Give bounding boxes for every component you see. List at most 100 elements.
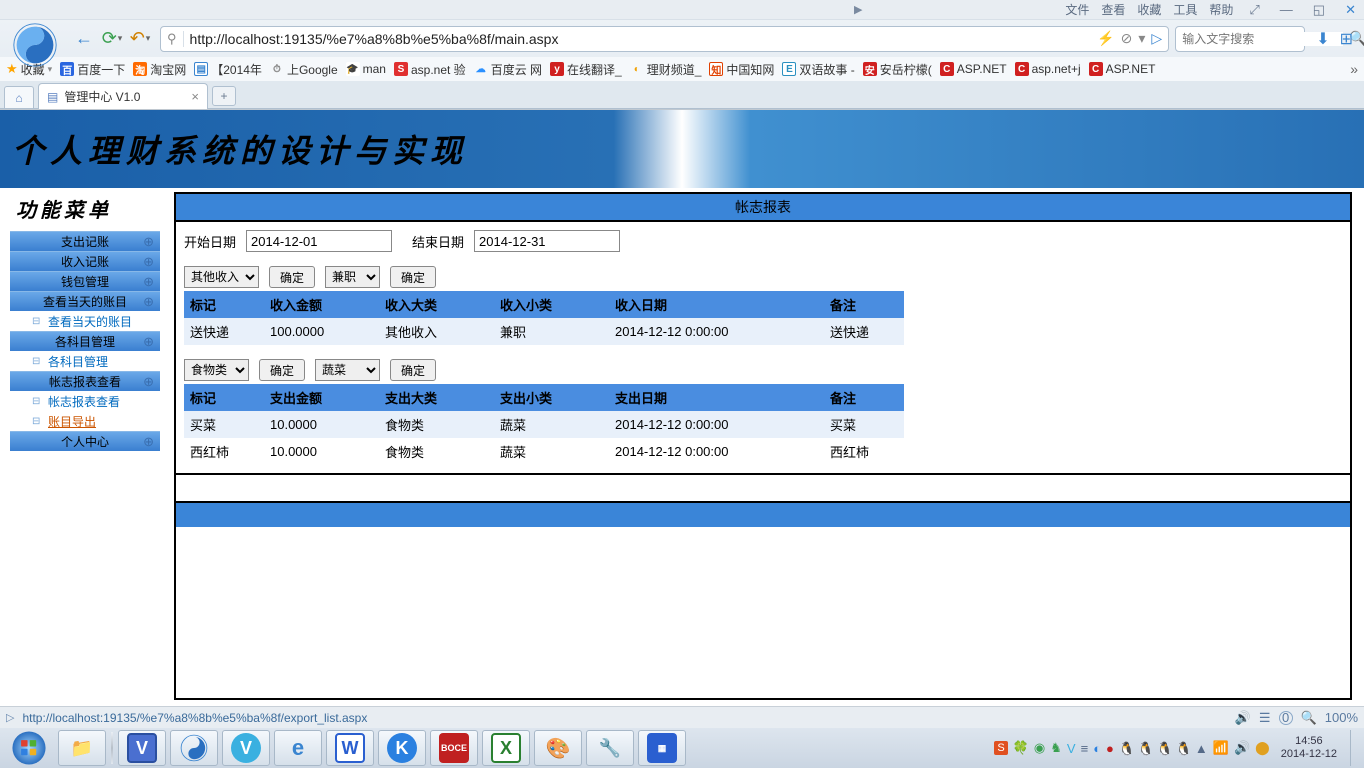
refresh-button[interactable]: ⟳▾	[99, 26, 125, 52]
tb-kugou[interactable]: K	[378, 730, 426, 766]
expense-category-select[interactable]: 食物类	[184, 359, 249, 381]
hide-tabs-icon[interactable]: ⤢	[1245, 2, 1263, 18]
bm-aspnet[interactable]: Sasp.net 验	[394, 61, 466, 78]
shield-icon[interactable]: ⊘	[1121, 30, 1133, 47]
expense-sub-confirm[interactable]: 确定	[390, 359, 436, 381]
tray-sogou-input[interactable]: S	[994, 741, 1007, 755]
tb-visio[interactable]: V	[118, 730, 166, 766]
menu-view[interactable]: 查看	[1101, 1, 1125, 18]
address-bar[interactable]: ⚲ ⚡ ⊘ ▾ ▷	[160, 26, 1169, 52]
tray-leaf-icon[interactable]: 🍀	[1013, 740, 1029, 756]
tray-safe-icon[interactable]: ♞	[1050, 740, 1062, 756]
menu-help[interactable]: 帮助	[1209, 1, 1233, 18]
sidebar-item-2[interactable]: 钱包管理⊕	[10, 271, 160, 291]
home-tab[interactable]: ⌂	[4, 86, 34, 108]
page-security-icon[interactable]: ⚲	[161, 31, 184, 47]
income-sub-select[interactable]: 兼职	[325, 266, 380, 288]
sidebar-item-0[interactable]: 支出记账⊕	[10, 231, 160, 251]
counter-badge[interactable]: 0	[1279, 711, 1293, 725]
income-category-select[interactable]: 其他收入	[184, 266, 259, 288]
sidebar-subitem-4[interactable]: ⊟查看当天的账目	[10, 311, 160, 331]
tray-sound-icon[interactable]: ≡	[1081, 741, 1089, 756]
sidebar-subitem-8[interactable]: ⊟帐志报表查看	[10, 391, 160, 411]
bm-2014[interactable]: ▤【2014年	[194, 61, 262, 78]
tray-boce-icon[interactable]: ●	[1106, 741, 1114, 756]
back-button[interactable]: ←	[71, 26, 97, 52]
tab-main[interactable]: ▤ 管理中心 V1.0 ×	[38, 83, 208, 109]
sound-icon[interactable]: 🔊	[1235, 710, 1251, 726]
bm-finance[interactable]: ◐理财频道_	[630, 61, 702, 78]
bm-taobao[interactable]: 淘淘宝网	[133, 61, 186, 78]
maximize-icon[interactable]: ◱	[1309, 2, 1329, 18]
bm-man[interactable]: 🎓man	[346, 62, 386, 76]
sidebar-subitem-9[interactable]: ⊟账目导出	[10, 411, 160, 431]
sidebar-item-3[interactable]: 查看当天的账目⊕	[10, 291, 160, 311]
tb-tools[interactable]: 🔧	[586, 730, 634, 766]
sidebar-item-5[interactable]: 各科目管理⊕	[10, 331, 160, 351]
tab-close-icon[interactable]: ×	[191, 89, 199, 104]
undo-button[interactable]: ↶▾	[127, 26, 153, 52]
tray-kugou-icon[interactable]: ◐	[1093, 741, 1101, 756]
tray-qq3-icon[interactable]: 🐧	[1157, 741, 1171, 755]
browser-logo[interactable]	[0, 17, 70, 72]
tb-sogou[interactable]	[170, 730, 218, 766]
download-icon[interactable]: ⬇	[1311, 29, 1334, 49]
chevron-down-icon[interactable]: ▾	[1138, 30, 1145, 47]
tb-explorer[interactable]: 📁	[58, 730, 106, 766]
block-icon[interactable]: ☰	[1259, 710, 1271, 726]
apps-grid-icon[interactable]: ⊞	[1335, 29, 1358, 49]
tray-orb-icon[interactable]: ⬤	[1255, 740, 1270, 756]
tray-signal-icon[interactable]: 📶	[1213, 740, 1229, 756]
search-box[interactable]: 🔍	[1175, 26, 1305, 52]
compat-icon[interactable]: ⚡	[1097, 30, 1114, 47]
bm-cnki[interactable]: 知中国知网	[709, 61, 774, 78]
show-desktop-button[interactable]	[1350, 730, 1360, 766]
tray-v-icon[interactable]: V	[1067, 741, 1076, 756]
bm-google[interactable]: ⏱上Google	[270, 61, 338, 78]
minimize-icon[interactable]: —	[1276, 2, 1297, 17]
bm-overflow[interactable]: »	[1350, 61, 1358, 77]
go-icon[interactable]: ▷	[1151, 30, 1162, 47]
clock[interactable]: 14:56 2014-12-12	[1275, 735, 1343, 761]
start-button[interactable]	[2, 729, 56, 767]
tray-qq2-icon[interactable]: 🐧	[1138, 741, 1152, 755]
sidebar-item-10[interactable]: 个人中心⊕	[10, 431, 160, 451]
income-cat-confirm[interactable]: 确定	[269, 266, 315, 288]
url-input[interactable]	[184, 28, 1092, 50]
sidebar-item-1[interactable]: 收入记账⊕	[10, 251, 160, 271]
bm-asp3[interactable]: CASP.NET	[1089, 62, 1156, 76]
start-date-input[interactable]	[246, 230, 392, 252]
income-sub-confirm[interactable]: 确定	[390, 266, 436, 288]
close-icon[interactable]: ✕	[1341, 2, 1360, 18]
status-play-icon[interactable]: ▷	[6, 711, 14, 724]
tray-up-icon[interactable]: ▲	[1195, 741, 1208, 756]
tray-volume-icon[interactable]: 🔊	[1234, 740, 1250, 756]
tb-paint[interactable]: 🎨	[534, 730, 582, 766]
tb-ie[interactable]: e	[274, 730, 322, 766]
expense-sub-select[interactable]: 蔬菜	[315, 359, 380, 381]
zoom-icon[interactable]: 🔍	[1301, 710, 1317, 726]
bm-baiduyun[interactable]: ☁百度云 网	[474, 61, 542, 78]
play-icon[interactable]: ▶	[4, 3, 862, 16]
menu-fav[interactable]: 收藏	[1137, 1, 1161, 18]
bm-lemon[interactable]: 安安岳柠檬(	[863, 61, 932, 78]
tray-qq1-icon[interactable]: 🐧	[1119, 741, 1133, 755]
tray-qq4-icon[interactable]: 🐧	[1176, 741, 1190, 755]
menu-tools[interactable]: 工具	[1173, 1, 1197, 18]
bm-asp1[interactable]: CASP.NET	[940, 62, 1007, 76]
sidebar-item-7[interactable]: 帐志报表查看⊕	[10, 371, 160, 391]
end-date-input[interactable]	[474, 230, 620, 252]
bm-translate[interactable]: y在线翻译_	[550, 61, 622, 78]
tb-app[interactable]: ▦	[638, 730, 686, 766]
menu-file[interactable]: 文件	[1065, 1, 1089, 18]
expense-cat-confirm[interactable]: 确定	[259, 359, 305, 381]
tb-v[interactable]: V	[222, 730, 270, 766]
tb-word[interactable]: W	[326, 730, 374, 766]
bm-story[interactable]: E双语故事 -	[782, 61, 854, 78]
tb-excel[interactable]: X	[482, 730, 530, 766]
tray-net-icon[interactable]: ◉	[1034, 740, 1045, 756]
new-tab-button[interactable]: +	[212, 86, 236, 106]
bm-asp2[interactable]: Casp.net+j	[1015, 62, 1081, 76]
tb-boce[interactable]: BOCE	[430, 730, 478, 766]
sidebar-subitem-6[interactable]: ⊟各科目管理	[10, 351, 160, 371]
